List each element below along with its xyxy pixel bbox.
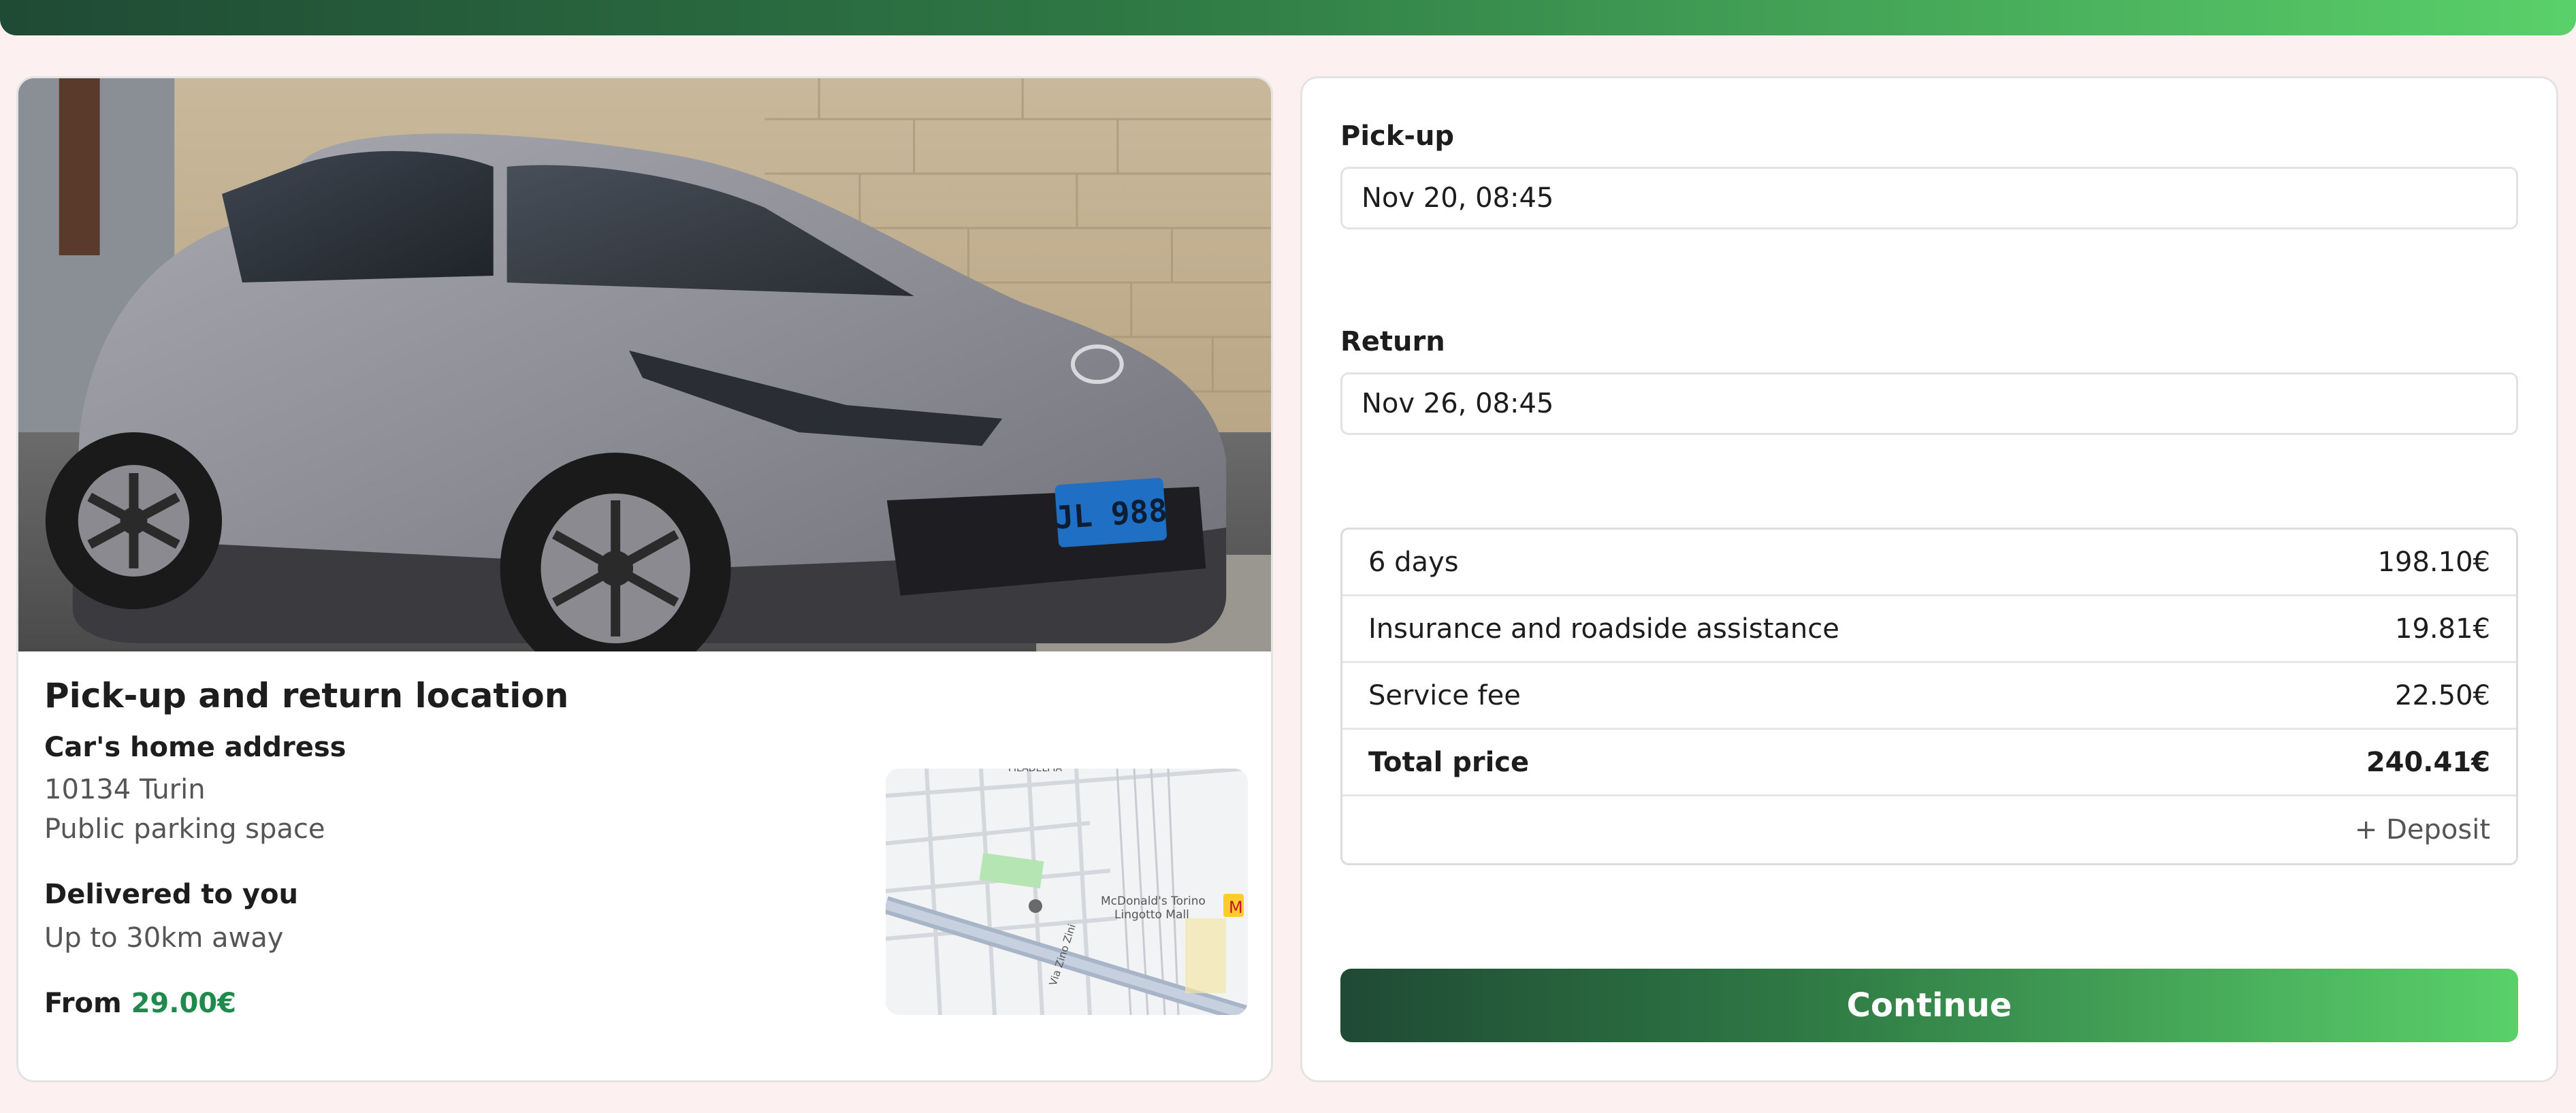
- pickup-label: Pick-up: [1340, 120, 1455, 152]
- license-plate-text: JL 988: [1053, 491, 1168, 536]
- location-map[interactable]: M FILADELFIA McDonald's Torino Lingotto …: [886, 769, 1248, 1015]
- map-label-filadelfia: FILADELFIA: [1008, 769, 1062, 774]
- map-label-mcdonalds: McDonald's Torino: [1101, 894, 1206, 908]
- continue-button[interactable]: Continue: [1340, 969, 2518, 1042]
- price-breakdown: 6 days 198.10€ Insurance and roadside as…: [1340, 528, 2518, 865]
- price-row-amount: 22.50€: [2395, 679, 2490, 711]
- map-label-lingotto: Lingotto Mall: [1114, 908, 1189, 922]
- price-row-total: Total price 240.41€: [1342, 730, 2516, 796]
- map-pin-icon: [1029, 899, 1042, 913]
- deposit-label: + Deposit: [2354, 814, 2490, 845]
- price-row-amount: 19.81€: [2395, 613, 2490, 645]
- return-date-input[interactable]: [1340, 372, 2518, 435]
- car-details-card: JL 988 Pick-up and return location Car's…: [16, 76, 1273, 1082]
- price-row-insurance: Insurance and roadside assistance 19.81€: [1342, 596, 2516, 663]
- delivery-detail: Up to 30km away: [44, 922, 284, 954]
- price-row-label: 6 days: [1368, 546, 1459, 578]
- from-label: From: [44, 988, 122, 1019]
- home-address-heading: Car's home address: [44, 732, 347, 763]
- return-label: Return: [1340, 326, 1445, 357]
- price-row-label: Insurance and roadside assistance: [1368, 613, 1839, 645]
- price-row-amount: 198.10€: [2377, 546, 2490, 578]
- booking-summary-card: Pick-up Return 6 days 198.10€ Insurance …: [1300, 76, 2558, 1082]
- total-price-amount: 240.41€: [2366, 746, 2490, 778]
- svg-text:M: M: [1229, 898, 1243, 917]
- price-row-service-fee: Service fee 22.50€: [1342, 663, 2516, 730]
- address-line-1: 10134 Turin: [44, 774, 206, 805]
- delivery-heading: Delivered to you: [44, 879, 298, 910]
- location-title: Pick-up and return location: [44, 676, 569, 715]
- price-row-days: 6 days 198.10€: [1342, 530, 2516, 596]
- from-price-line: From 29.00€: [44, 988, 236, 1019]
- from-price: 29.00€: [131, 988, 236, 1019]
- pickup-date-input[interactable]: [1340, 167, 2518, 229]
- deposit-row: + Deposit: [1342, 796, 2516, 863]
- top-accent-bar: [0, 0, 2576, 35]
- price-row-label: Service fee: [1368, 679, 1521, 711]
- total-price-label: Total price: [1368, 746, 1530, 778]
- address-line-2: Public parking space: [44, 813, 325, 845]
- car-photo: JL 988: [18, 78, 1271, 651]
